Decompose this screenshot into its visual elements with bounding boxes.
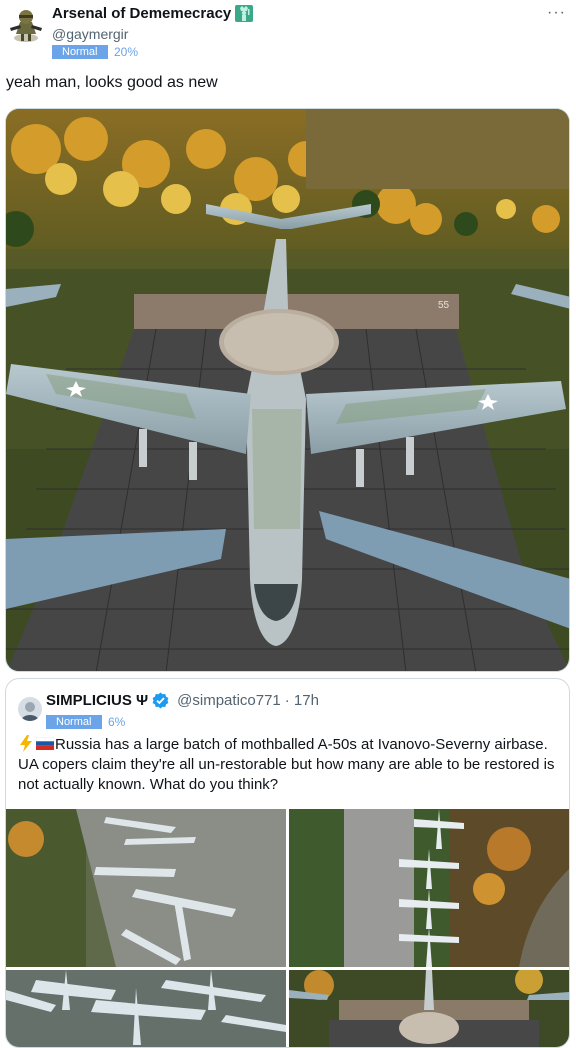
russia-flag-icon xyxy=(36,737,54,750)
quoted-tweet[interactable]: SIMPLICIUS Ψ @simpatico771 · 17h Normal … xyxy=(5,678,570,1048)
avatar[interactable] xyxy=(6,4,46,44)
more-options-icon[interactable]: ··· xyxy=(547,4,566,22)
quote-text-block: Russia has a large batch of mothballed A… xyxy=(18,735,555,795)
quote-media-grid[interactable] xyxy=(6,809,569,1047)
quote-media-image[interactable] xyxy=(289,809,569,967)
quote-status-badge: Normal xyxy=(46,715,102,729)
quote-display-name[interactable]: SIMPLICIUS Ψ xyxy=(46,692,148,709)
tail-number: 55 xyxy=(438,300,450,311)
handle[interactable]: @gaymergir xyxy=(52,26,536,42)
quote-media-image[interactable] xyxy=(6,809,286,967)
statue-of-liberty-icon xyxy=(235,4,254,22)
quote-status-percent: 6% xyxy=(108,715,126,729)
quote-header: SIMPLICIUS Ψ @simpatico771 · 17h xyxy=(46,691,319,709)
quote-avatar[interactable] xyxy=(18,697,42,721)
quote-media-image[interactable] xyxy=(289,970,569,1047)
tweet-header: Arsenal of Dememecracy @gaymergir Normal… xyxy=(52,4,536,59)
status-badge: Normal xyxy=(52,45,108,59)
display-name[interactable]: Arsenal of Dememecracy xyxy=(52,5,231,22)
quote-text: Russia has a large batch of mothballed A… xyxy=(18,736,555,793)
quote-handle[interactable]: @simpatico771 xyxy=(177,692,281,709)
quote-media-image[interactable] xyxy=(6,970,286,1047)
verified-badge-icon xyxy=(152,692,169,709)
tweet-media-image[interactable]: 55 xyxy=(5,108,570,672)
quote-time[interactable]: · 17h xyxy=(285,692,319,709)
tweet-text: yeah man, looks good as new xyxy=(6,74,218,91)
lightning-icon xyxy=(20,735,32,752)
status-percent: 20% xyxy=(114,45,139,59)
